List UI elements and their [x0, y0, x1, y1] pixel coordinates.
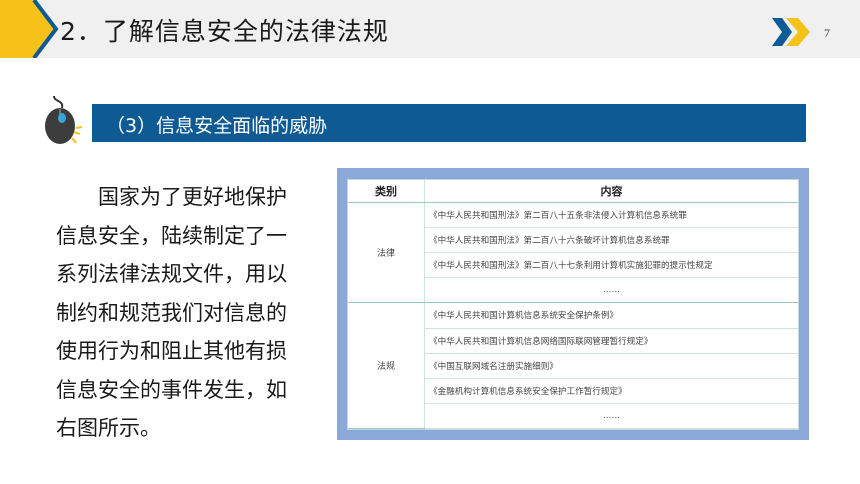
mouse-icon [45, 95, 83, 144]
column-header-category: 类别 [348, 180, 425, 203]
table-row: 法规 《中华人民共和国计算机信息系统安全保护条例》 [348, 302, 798, 429]
law-table-container: 类别 内容 法律 《中华人民共和国刑法》第二百八十五条非法侵入计算机信息系统罪 … [347, 179, 799, 430]
section-heading: （3）信息安全面临的威胁 [106, 115, 328, 137]
law-table: 类别 内容 法律 《中华人民共和国刑法》第二百八十五条非法侵入计算机信息系统罪 … [348, 180, 798, 430]
table-header-row: 类别 内容 [348, 180, 798, 203]
table-cell: 《中华人民共和国计算机信息系统安全保护条例》 [424, 302, 798, 329]
table-cell: …… [424, 277, 798, 304]
column-header-content: 内容 [424, 180, 798, 203]
header-accent-shape [0, 0, 59, 58]
page-number: 7 [824, 26, 830, 40]
slide-header: 2．了解信息安全的法律法规 7 [0, 0, 860, 58]
slide-title: 2．了解信息安全的法律法规 [60, 17, 389, 46]
table-cell: 《中华人民共和国刑法》第二百八十五条非法侵入计算机信息系统罪 [424, 202, 798, 229]
category-cell: 法律 [348, 202, 425, 304]
table-cell: 《中华人民共和国刑法》第二百八十七条利用计算机实施犯罪的提示性规定 [424, 252, 798, 279]
table-cell: 《中国互联网域名注册实施细则》 [424, 353, 798, 379]
table-cell: …… [424, 403, 798, 430]
table-cell: 《中华人民共和国计算机信息网络国际联网管理暂行规定》 [424, 328, 798, 354]
table-cell: 《金融机构计算机信息系统安全保护工作暂行规定》 [424, 378, 798, 404]
section-heading-bar: （3）信息安全面临的威胁 [92, 104, 806, 142]
table-row: 法律 《中华人民共和国刑法》第二百八十五条非法侵入计算机信息系统罪 [348, 202, 798, 304]
double-chevron-right-icon [772, 18, 810, 46]
table-cell: 《中华人民共和国刑法》第二百八十六条破坏计算机信息系统罪 [424, 227, 798, 254]
body-paragraph: 国家为了更好地保护信息安全，陆续制定了一系列法律法规文件，用以制约和规范我们对信… [56, 185, 287, 440]
category-cell: 法规 [348, 302, 425, 429]
law-table-frame: 类别 内容 法律 《中华人民共和国刑法》第二百八十五条非法侵入计算机信息系统罪 … [337, 168, 809, 440]
